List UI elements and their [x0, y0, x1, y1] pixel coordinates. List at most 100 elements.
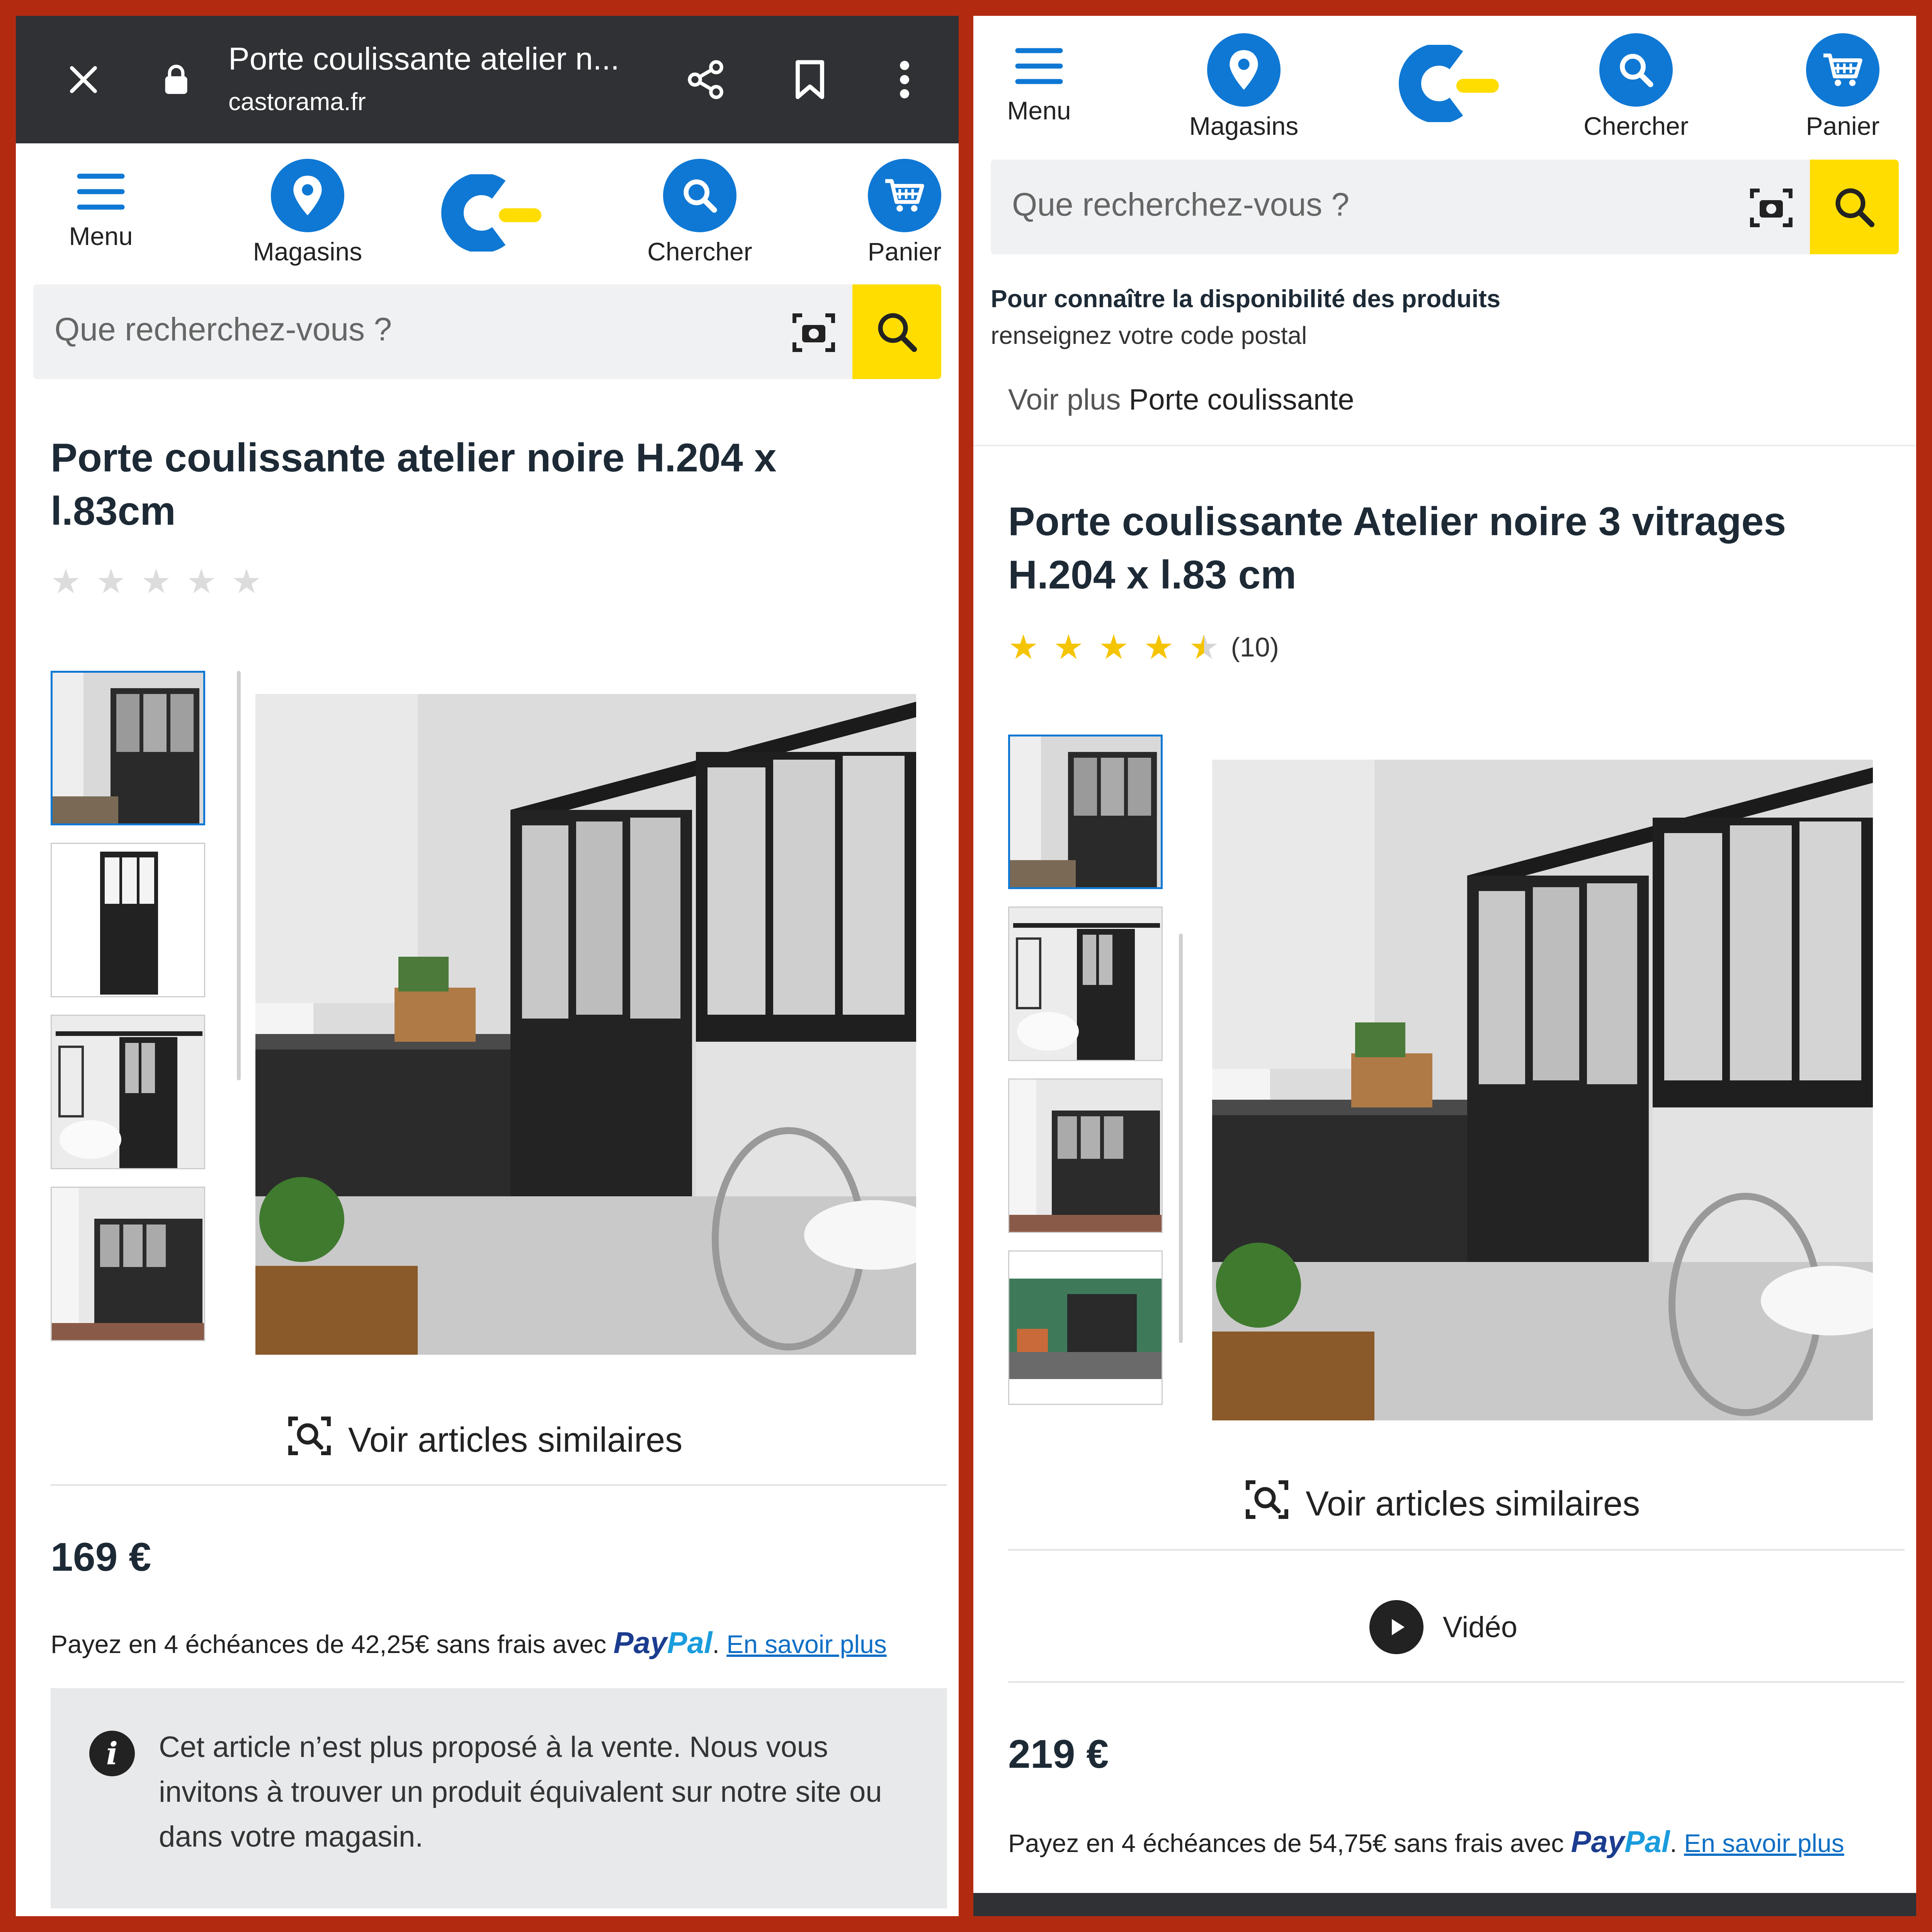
- browser-url[interactable]: castorama.fr: [228, 87, 366, 116]
- video-button[interactable]: Vidéo: [1369, 1600, 1517, 1654]
- share-icon[interactable]: [675, 49, 736, 111]
- right-screenshot: Menu Magasins Chercher Panier Que recher…: [973, 16, 1916, 1916]
- search-icon: [663, 159, 736, 232]
- search-nav-button[interactable]: Chercher: [1574, 33, 1698, 141]
- thumbnail-2[interactable]: [1008, 906, 1163, 1061]
- rating-stars[interactable]: ★ ★ ★ ★ ★ (10): [1008, 630, 1279, 664]
- product-main-image[interactable]: [255, 694, 916, 1355]
- browser-page-title: Porte coulissante atelier n...: [228, 41, 619, 77]
- product-price: 169 €: [51, 1535, 151, 1580]
- paypal-logo: PayPal: [613, 1626, 713, 1660]
- availability-title[interactable]: Pour connaître la disponibilité des prod…: [991, 284, 1500, 313]
- divider: [51, 1484, 947, 1486]
- thumbnail-4[interactable]: [1008, 1250, 1163, 1405]
- star-icon: ★: [1098, 628, 1129, 666]
- video-label: Vidéo: [1443, 1611, 1518, 1644]
- star-icon: ★: [1189, 628, 1219, 666]
- menu-button[interactable]: Menu: [977, 45, 1101, 125]
- star-icon: ★: [1008, 628, 1039, 666]
- stores-button[interactable]: Magasins: [246, 159, 369, 266]
- search-input[interactable]: Que recherchez-vous ?: [54, 311, 392, 348]
- more-icon[interactable]: [874, 49, 935, 111]
- paypal-text: Payez en 4 échéances de 42,25€ sans frai…: [51, 1630, 607, 1658]
- castorama-logo[interactable]: [1398, 43, 1503, 124]
- castorama-logo[interactable]: [441, 173, 545, 253]
- search-bar[interactable]: Que recherchez-vous ?: [33, 284, 941, 379]
- system-nav-bar: [973, 1893, 1916, 1916]
- search-icon: [1599, 33, 1673, 107]
- stores-button[interactable]: Magasins: [1182, 33, 1306, 141]
- thumbnail-3[interactable]: [1008, 1078, 1163, 1233]
- search-submit-button[interactable]: [852, 284, 941, 379]
- learn-more-link[interactable]: En savoir plus: [1684, 1829, 1844, 1857]
- notice-text: Cet article n’est plus proposé à la vent…: [159, 1731, 882, 1853]
- camera-search-icon[interactable]: [787, 306, 841, 360]
- star-icon: ★: [231, 562, 262, 600]
- menu-label: Menu: [1007, 96, 1071, 125]
- product-title: Porte coulissante Atelier noire 3 vitrag…: [1008, 499, 1786, 597]
- cart-label: Panier: [1806, 112, 1880, 140]
- location-pin-icon: [1207, 33, 1281, 107]
- search-submit-button[interactable]: [1810, 160, 1899, 254]
- breadcrumb-link[interactable]: Porte coulissante: [1129, 383, 1354, 416]
- discontinued-notice: i Cet article n’est plus proposé à la ve…: [51, 1688, 947, 1908]
- cart-label: Panier: [867, 237, 942, 266]
- bookmark-icon[interactable]: [779, 49, 841, 111]
- similar-items-button[interactable]: Voir articles similaires: [1244, 1476, 1640, 1531]
- site-header: Menu Magasins Chercher Panier: [16, 143, 959, 271]
- divider: [973, 445, 1916, 446]
- camera-search-icon[interactable]: [1744, 181, 1798, 235]
- product-title: Porte coulissante atelier noire H.204 x …: [51, 435, 777, 534]
- rating-stars[interactable]: ★ ★ ★ ★ ★: [51, 565, 276, 599]
- star-icon: ★: [141, 562, 172, 600]
- search-nav-label: Chercher: [1583, 112, 1689, 140]
- search-input[interactable]: Que recherchez-vous ?: [1012, 186, 1349, 223]
- thumbnail-1[interactable]: [51, 671, 205, 825]
- breadcrumb-prefix: Voir plus: [1008, 383, 1121, 416]
- product-price: 219 €: [1008, 1732, 1109, 1777]
- divider: [1008, 1681, 1905, 1683]
- star-icon: ★: [1143, 628, 1174, 666]
- similar-items-label: Voir articles similaires: [1306, 1484, 1640, 1523]
- cart-button[interactable]: Panier: [1781, 33, 1905, 141]
- menu-button[interactable]: Menu: [39, 170, 163, 251]
- thumbnail-3[interactable]: [51, 1015, 205, 1169]
- visual-search-icon: [1244, 1476, 1290, 1531]
- browser-toolbar: Porte coulissante atelier n... castorama…: [16, 16, 959, 143]
- location-pin-icon: [271, 159, 344, 232]
- search-nav-label: Chercher: [647, 237, 752, 266]
- product-main-image[interactable]: [1212, 760, 1873, 1420]
- info-icon: i: [89, 1731, 135, 1776]
- cart-button[interactable]: Panier: [843, 159, 959, 266]
- visual-search-icon: [286, 1413, 333, 1468]
- search-nav-button[interactable]: Chercher: [638, 159, 762, 266]
- rating-count[interactable]: (10): [1231, 632, 1279, 663]
- thumbnail-4[interactable]: [51, 1187, 205, 1341]
- paypal-text: Payez en 4 échéances de 54,75€ sans frai…: [1008, 1829, 1564, 1857]
- search-bar[interactable]: Que recherchez-vous ?: [991, 160, 1899, 254]
- menu-icon: [1015, 48, 1063, 84]
- thumbnail-2[interactable]: [51, 843, 205, 997]
- lock-icon: [145, 49, 207, 111]
- cart-icon: [868, 159, 941, 232]
- learn-more-link[interactable]: En savoir plus: [726, 1630, 887, 1658]
- star-icon: ★: [51, 562, 81, 600]
- site-header: Menu Magasins Chercher Panier: [973, 16, 1916, 143]
- search-icon: [1835, 188, 1874, 227]
- star-icon: ★: [1053, 628, 1084, 666]
- menu-label: Menu: [69, 222, 133, 250]
- paypal-installments: Payez en 4 échéances de 54,75€ sans frai…: [1008, 1825, 1844, 1859]
- breadcrumb[interactable]: Voir plus Porte coulissante: [1008, 383, 1354, 417]
- thumbnail-1[interactable]: [1008, 735, 1163, 889]
- thumbnail-scrollbar[interactable]: [1179, 934, 1183, 1343]
- search-icon: [878, 313, 917, 352]
- close-icon[interactable]: [53, 49, 114, 111]
- menu-icon: [77, 173, 125, 210]
- paypal-installments: Payez en 4 échéances de 42,25€ sans frai…: [51, 1626, 887, 1660]
- similar-items-label: Voir articles similaires: [348, 1420, 683, 1459]
- star-icon: ★: [95, 562, 126, 600]
- availability-subtitle[interactable]: renseignez votre code postal: [991, 321, 1307, 350]
- similar-items-button[interactable]: Voir articles similaires: [286, 1413, 682, 1468]
- left-screenshot: Porte coulissante atelier n... castorama…: [16, 16, 959, 1916]
- thumbnail-scrollbar[interactable]: [237, 671, 241, 1080]
